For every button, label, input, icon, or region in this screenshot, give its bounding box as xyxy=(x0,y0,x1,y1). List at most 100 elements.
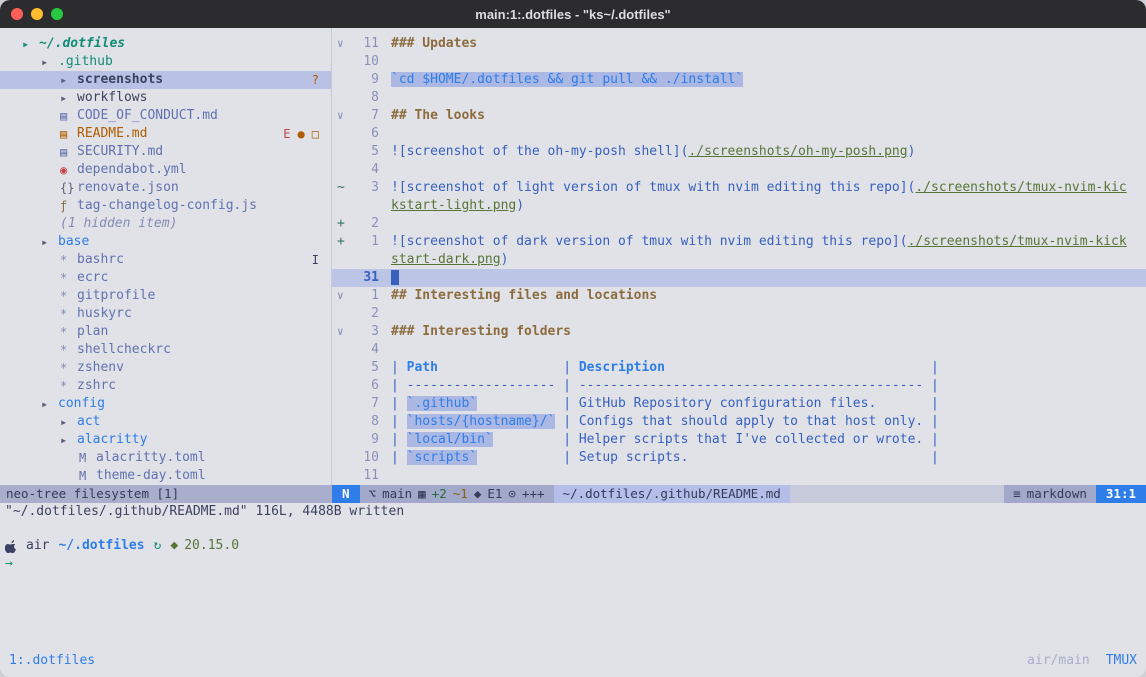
chevron-expanded-icon: ▸ xyxy=(60,71,77,89)
tree-item-dotfiles[interactable]: ▸~/.dotfiles xyxy=(0,35,331,53)
line-number: 3 xyxy=(353,179,379,197)
cursor-position: 31:1 xyxy=(1096,485,1146,503)
editor-line[interactable]: ∨1## Interesting files and locations xyxy=(332,287,1146,305)
tree-item-bashrc[interactable]: *bashrcI xyxy=(0,251,331,269)
sign-column xyxy=(332,161,353,179)
tree-item-tag-changelog-config-js[interactable]: ƒtag-changelog-config.js xyxy=(0,197,331,215)
git-branch: main xyxy=(382,485,412,503)
tree-item-security-md[interactable]: ▤SECURITY.md xyxy=(0,143,331,161)
sign-column xyxy=(332,395,353,413)
chg-sign-icon: ~ xyxy=(332,179,353,197)
editor-line[interactable]: 9| `local/bin` | Helper scripts that I'v… xyxy=(332,431,1146,449)
editor-line[interactable]: 8| `hosts/{hostname}/` | Configs that sh… xyxy=(332,413,1146,431)
json-file-icon: {} xyxy=(60,179,77,197)
line-text: | `hosts/{hostname}/` | Configs that sho… xyxy=(391,413,939,431)
tmux-window-list[interactable]: 1:.dotfiles xyxy=(9,652,95,670)
tree-item-theme-day-toml[interactable]: Mtheme-day.toml xyxy=(0,467,331,485)
tree-item-zshrc[interactable]: *zshrc xyxy=(0,377,331,395)
tree-item-workflows[interactable]: ▸workflows xyxy=(0,89,331,107)
editor-line[interactable]: kstart-light.png) xyxy=(332,197,1146,215)
tree-item-renovate-json[interactable]: {}renovate.json xyxy=(0,179,331,197)
titlebar: main:1:.dotfiles - "ks~/.dotfiles" xyxy=(0,0,1146,28)
editor-line[interactable]: 31 xyxy=(332,269,1146,287)
file-icon: ▤ xyxy=(60,143,77,161)
tree-item-readme-md[interactable]: ▤README.mdE●□ xyxy=(0,125,331,143)
editor-line[interactable]: +2 xyxy=(332,215,1146,233)
editor-line[interactable]: 6 xyxy=(332,125,1146,143)
tree-item-label: renovate.json xyxy=(77,179,179,197)
editor-line[interactable]: 4 xyxy=(332,161,1146,179)
close-button[interactable] xyxy=(11,8,23,20)
tree-item-base[interactable]: ▸base xyxy=(0,233,331,251)
status-badge: E xyxy=(283,125,290,143)
status-badge: ● xyxy=(298,125,305,143)
editor-line[interactable]: ~3 ![screenshot of light version of tmux … xyxy=(332,179,1146,197)
tree-item-code-of-conduct-md[interactable]: ▤CODE_OF_CONDUCT.md xyxy=(0,107,331,125)
sign-column xyxy=(332,413,353,431)
tree-item-ecrc[interactable]: *ecrc xyxy=(0,269,331,287)
file-icon: ▤ xyxy=(60,125,77,143)
editor-line[interactable]: 5![screenshot of the oh-my-posh shell](.… xyxy=(332,143,1146,161)
tree-item-github[interactable]: ▸.github xyxy=(0,53,331,71)
tree-item-alacritty-toml[interactable]: Malacritty.toml xyxy=(0,449,331,467)
editor-line[interactable]: +1![screenshot of dark version of tmux w… xyxy=(332,233,1146,251)
tree-item-act[interactable]: ▸act xyxy=(0,413,331,431)
line-number: 31 xyxy=(353,269,379,287)
shell-file-icon: * xyxy=(60,359,77,377)
editor-line[interactable]: 2 xyxy=(332,305,1146,323)
toml-file-icon: M xyxy=(79,449,96,467)
diff-icon: ▦ xyxy=(418,485,426,503)
line-number xyxy=(353,251,379,269)
shell-area: air ~/.dotfiles ↻ ◆20.15.0 → xyxy=(0,537,1146,573)
diff-changed: ~1 xyxy=(453,485,468,503)
line-text xyxy=(391,269,399,287)
tree-item-alacritty[interactable]: ▸alacritty xyxy=(0,431,331,449)
status-badge: I xyxy=(312,251,319,269)
sign-column xyxy=(332,449,353,467)
minimize-button[interactable] xyxy=(31,8,43,20)
editor-line[interactable]: 8 xyxy=(332,89,1146,107)
editor-line[interactable]: 9`cd $HOME/.dotfiles && git pull && ./in… xyxy=(332,71,1146,89)
line-number: 7 xyxy=(353,107,379,125)
editor-line[interactable]: 11 xyxy=(332,467,1146,485)
tree-item-zshenv[interactable]: *zshenv xyxy=(0,359,331,377)
zoom-button[interactable] xyxy=(51,8,63,20)
line-number: 3 xyxy=(353,323,379,341)
line-text: kstart-light.png) xyxy=(391,197,524,215)
tree-item-shellcheckrc[interactable]: *shellcheckrc xyxy=(0,341,331,359)
editor-line[interactable]: ∨11### Updates xyxy=(332,35,1146,53)
editor-line[interactable]: ∨3### Interesting folders xyxy=(332,323,1146,341)
filetype-icon: ≡ xyxy=(1013,485,1021,503)
editor-line[interactable]: 7| `.github` | GitHub Repository configu… xyxy=(332,395,1146,413)
shell-file-icon: * xyxy=(60,251,77,269)
line-text: ![screenshot of light version of tmux wi… xyxy=(391,179,1127,197)
tree-item-screenshots[interactable]: ▸screenshots? xyxy=(0,71,331,89)
prompt-user: air xyxy=(26,537,49,555)
editor-line[interactable]: 6| ------------------- | ---------------… xyxy=(332,377,1146,395)
tmux-label: TMUX xyxy=(1106,652,1137,670)
line-number: 4 xyxy=(353,161,379,179)
tree-item-config[interactable]: ▸config xyxy=(0,395,331,413)
tree-item-1-hidden-item[interactable]: (1 hidden item) xyxy=(0,215,331,233)
tree-item-gitprofile[interactable]: *gitprofile xyxy=(0,287,331,305)
apple-icon xyxy=(5,539,17,553)
editor-line[interactable]: 10| `scripts` | Setup scripts. | xyxy=(332,449,1146,467)
tree-item-label: act xyxy=(77,413,100,431)
file-icon: ▤ xyxy=(60,107,77,125)
line-text: ### Interesting folders xyxy=(391,323,571,341)
editor-line[interactable]: ∨7## The looks xyxy=(332,107,1146,125)
editor-cursor xyxy=(391,270,399,285)
editor-line[interactable]: 5| Path | Description | xyxy=(332,359,1146,377)
statusline-row: neo-tree filesystem [1] N ⌥main▦+2~1◆E1⊙… xyxy=(0,485,1146,503)
editor-line[interactable]: start-dark.png) xyxy=(332,251,1146,269)
tree-item-huskyrc[interactable]: *huskyrc xyxy=(0,305,331,323)
sign-column xyxy=(332,71,353,89)
editor-line[interactable]: 10 xyxy=(332,53,1146,71)
tree-item-dependabot-yml[interactable]: ◉dependabot.yml xyxy=(0,161,331,179)
tree-item-label: gitprofile xyxy=(77,287,155,305)
line-number: 9 xyxy=(353,431,379,449)
tree-item-plan[interactable]: *plan xyxy=(0,323,331,341)
line-text: | ------------------- | ----------------… xyxy=(391,377,939,395)
status-badge: □ xyxy=(312,125,319,143)
editor-line[interactable]: 4 xyxy=(332,341,1146,359)
